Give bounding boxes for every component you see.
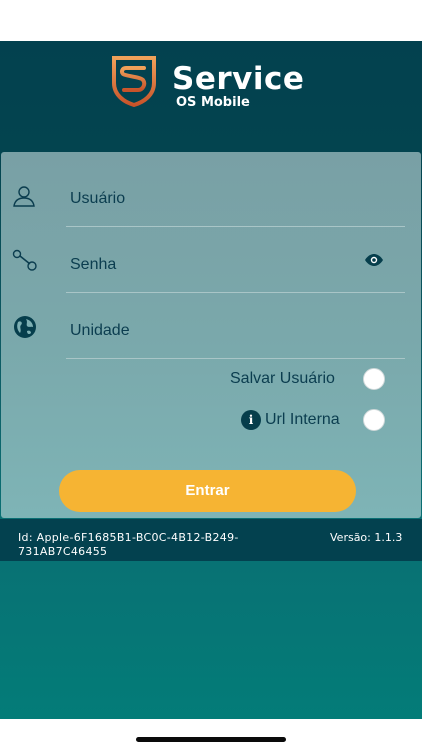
username-underline <box>66 226 405 227</box>
header: Service OS Mobile <box>0 41 422 151</box>
internal-url-label: Url Interna <box>265 411 340 428</box>
brand-title: Service <box>172 61 305 97</box>
username-field[interactable]: Usuário <box>1 166 421 232</box>
login-form: Usuário Senha Unidade Salvar Usuário i U… <box>1 152 421 518</box>
device-id: Id: Apple-6F1685B1-BC0C-4B12-B249-731AB7… <box>18 531 239 558</box>
footer: Id: Apple-6F1685B1-BC0C-4B12-B249-731AB7… <box>0 519 422 561</box>
username-input[interactable]: Usuário <box>70 190 125 208</box>
home-indicator[interactable] <box>136 737 286 742</box>
password-field[interactable]: Senha <box>1 232 421 298</box>
password-input[interactable]: Senha <box>70 256 116 274</box>
unit-underline <box>66 358 405 359</box>
key-icon <box>12 249 37 271</box>
unit-field[interactable]: Unidade <box>1 298 421 364</box>
app-version: Versão: 1.1.3 <box>330 531 403 544</box>
shield-s-logo-icon <box>112 56 156 107</box>
save-user-radio[interactable] <box>363 368 385 390</box>
brand-subtitle: OS Mobile <box>176 95 250 110</box>
unit-input[interactable]: Unidade <box>70 322 130 340</box>
enter-button[interactable]: Entrar <box>59 470 356 512</box>
internal-url-radio[interactable] <box>363 409 385 431</box>
save-user-label: Salvar Usuário <box>230 370 335 387</box>
info-icon[interactable]: i <box>241 410 261 430</box>
eye-icon[interactable] <box>364 253 384 267</box>
user-icon <box>13 186 35 207</box>
globe-icon <box>14 316 36 338</box>
password-underline <box>66 292 405 293</box>
